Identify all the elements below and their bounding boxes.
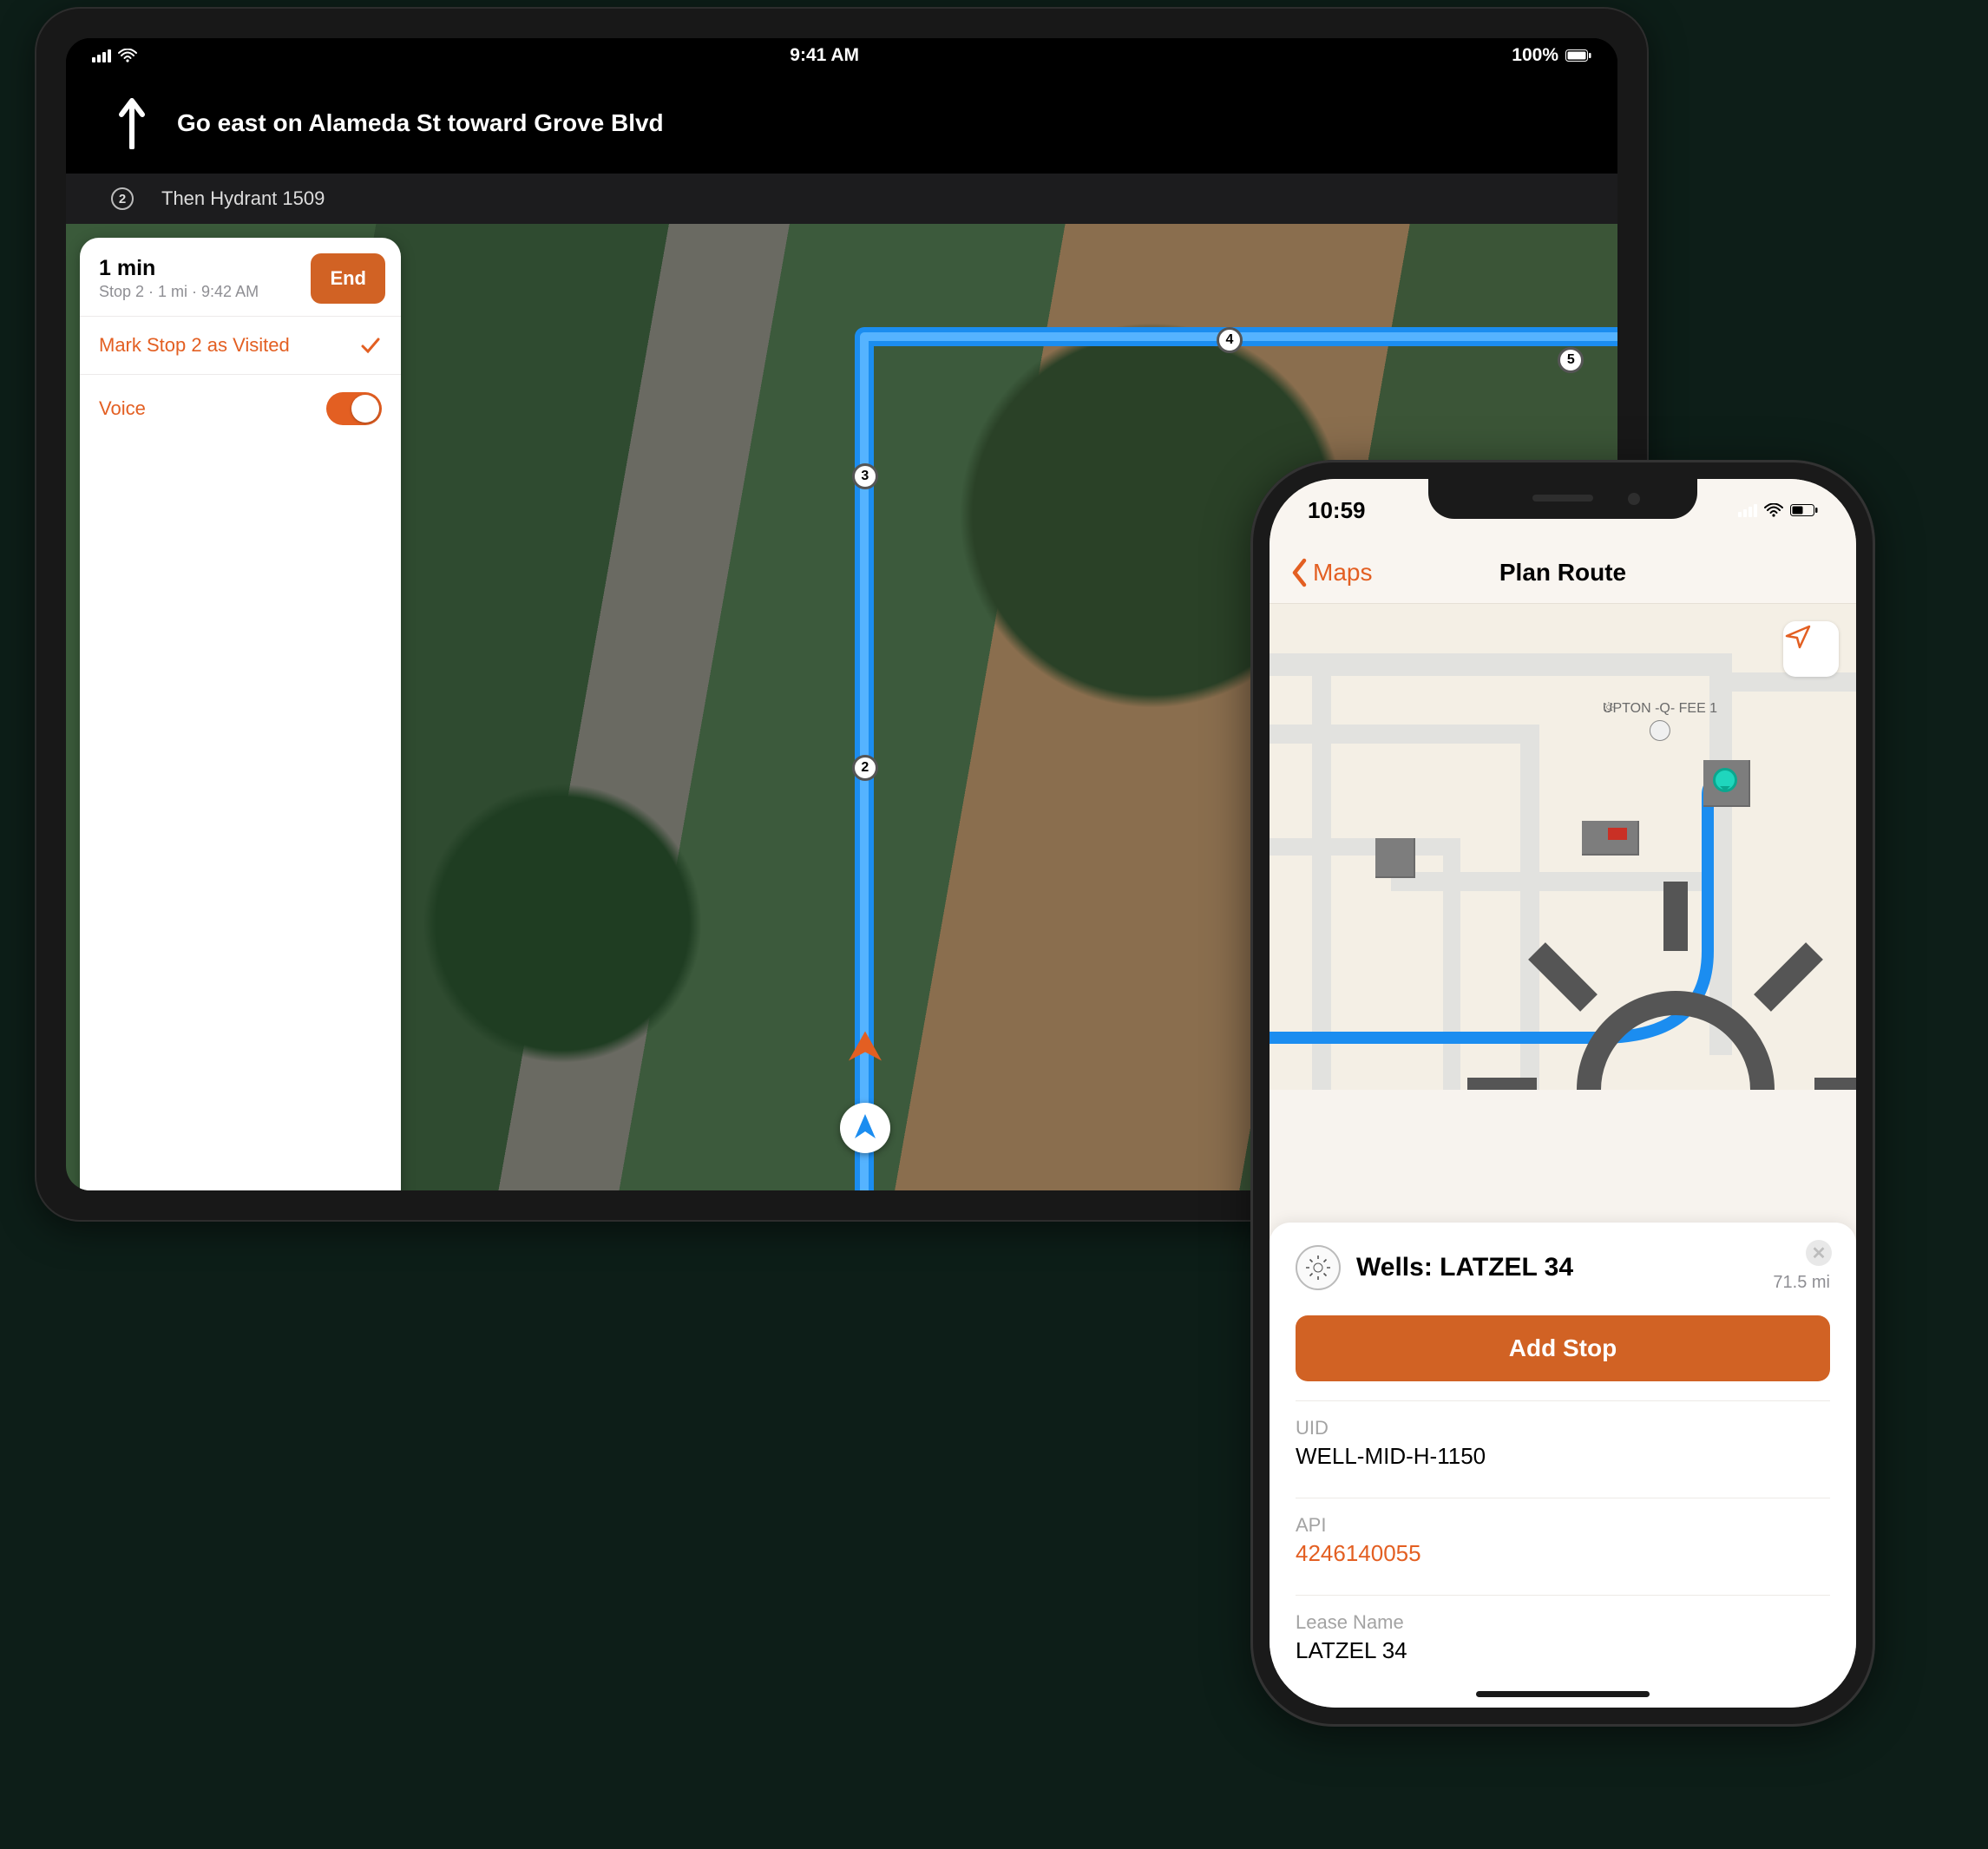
heading-indicator-icon: [845, 1032, 885, 1088]
iphone-device-frame: 10:59 Maps Plan Route: [1250, 460, 1875, 1727]
arrow-up-icon: [118, 97, 146, 149]
well-icon: [1296, 1245, 1341, 1290]
home-indicator[interactable]: [1476, 1691, 1650, 1697]
well-icon: [1650, 720, 1670, 741]
checkmark-icon: [359, 334, 382, 357]
voice-label: Voice: [99, 397, 146, 420]
ipad-clock: 9:41 AM: [790, 45, 859, 66]
add-stop-button[interactable]: Add Stop: [1296, 1315, 1830, 1381]
back-button[interactable]: Maps: [1290, 558, 1372, 587]
feature-details-card: Wells: LATZEL 34 ✕ 71.5 mi Add Stop UID …: [1270, 1223, 1856, 1708]
field-row: Lease Name LATZEL 34: [1296, 1595, 1830, 1673]
eta-details: Stop 2 · 1 mi · 9:42 AM: [99, 283, 259, 301]
direction-primary-text: Go east on Alameda St toward Grove Blvd: [177, 109, 664, 137]
navigation-direction-banner: Go east on Alameda St toward Grove Blvd: [66, 73, 1617, 174]
waypoint-marker[interactable]: 3: [852, 463, 878, 489]
voice-toggle[interactable]: [326, 392, 382, 425]
eta-remaining: 1 min: [99, 256, 259, 281]
feature-title: Wells: LATZEL 34: [1356, 1253, 1830, 1282]
selected-feature-marker[interactable]: [1713, 768, 1737, 792]
end-navigation-button[interactable]: End: [311, 253, 385, 304]
well-glyph-icon: [1382, 847, 1856, 1090]
voice-toggle-row[interactable]: Voice: [80, 374, 401, 443]
field-value[interactable]: 4246140055: [1296, 1540, 1830, 1567]
field-label: UID: [1296, 1417, 1830, 1439]
cellular-signal-icon: [92, 49, 111, 62]
battery-icon: [1565, 49, 1591, 62]
marker-shape: [1608, 828, 1627, 840]
battery-percentage: 100%: [1512, 45, 1558, 66]
iphone-screen: 10:59 Maps Plan Route: [1270, 479, 1856, 1708]
field-value: WELL-MID-H-1150: [1296, 1443, 1830, 1470]
locate-me-button[interactable]: [1783, 621, 1839, 677]
battery-icon: [1790, 504, 1818, 516]
navigation-next-step: 2 Then Hydrant 1509: [66, 174, 1617, 224]
field-value: LATZEL 34: [1296, 1637, 1830, 1664]
iphone-notch: [1428, 479, 1697, 519]
field-label: Lease Name: [1296, 1611, 1830, 1634]
ipad-status-bar: 9:41 AM 100%: [66, 38, 1617, 73]
mark-visited-row[interactable]: Mark Stop 2 as Visited: [80, 316, 401, 374]
close-card-button[interactable]: ✕: [1806, 1240, 1832, 1266]
mark-visited-label: Mark Stop 2 as Visited: [99, 334, 290, 357]
field-label: API: [1296, 1514, 1830, 1537]
iphone-plan-route-map[interactable]: UPTON -Q- FEE 1: [1270, 604, 1856, 1090]
field-row: UID WELL-MID-H-1150: [1296, 1400, 1830, 1479]
cellular-signal-icon: [1738, 504, 1757, 517]
waypoint-marker[interactable]: 5: [1558, 347, 1584, 373]
current-location-marker: [840, 1103, 890, 1153]
waypoint-marker[interactable]: 4: [1217, 327, 1243, 353]
direction-next-text: Then Hydrant 1509: [161, 187, 325, 210]
navigation-options-panel: 1 min Stop 2 · 1 mi · 9:42 AM End Mark S…: [80, 238, 401, 1190]
wifi-icon: [1764, 503, 1783, 517]
map-poi-label[interactable]: UPTON -Q- FEE 1: [1603, 701, 1717, 741]
step-number-badge: 2: [111, 187, 134, 210]
wifi-icon: [118, 49, 137, 62]
field-row: API 4246140055: [1296, 1498, 1830, 1576]
iphone-clock: 10:59: [1308, 497, 1366, 524]
waypoint-marker[interactable]: 2: [852, 755, 878, 781]
iphone-nav-bar: Maps Plan Route: [1270, 541, 1856, 604]
back-label: Maps: [1313, 559, 1372, 587]
